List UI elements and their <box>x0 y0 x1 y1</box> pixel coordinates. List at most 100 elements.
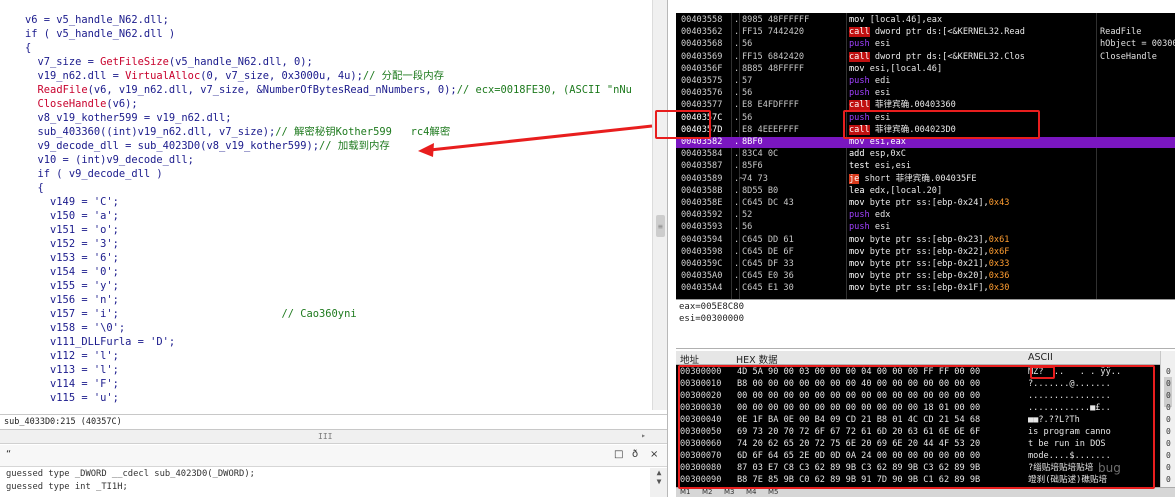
dump-row[interactable]: 00300020 00 00 00 00 00 00 00 00 00 00 00… <box>676 391 1160 402</box>
output-window[interactable]: guessed type _DWORD __cdecl sub_4023D0(_… <box>0 468 650 497</box>
mnemonic: call <box>849 124 870 135</box>
dump-ascii: ................ <box>1028 391 1111 401</box>
disasm-row[interactable]: 00403594. C645 DD 61 mov byte ptr ss:[ebp-… <box>676 235 1175 246</box>
code-comment: // ecx=0018FE30, (ASCII "nNu <box>456 84 632 96</box>
disasm-row[interactable]: 0040357D. E8 4EEEFFFF call 菲律宾确.004023D0 <box>676 124 1175 136</box>
disasm-bytes: 83C4 0C <box>742 149 779 160</box>
code-line[interactable]: { <box>0 41 31 55</box>
code-line[interactable]: v112 = 'l'; <box>0 349 119 363</box>
dump-row[interactable]: 00300010 B8 00 00 00 00 00 00 00 40 00 00… <box>676 379 1160 390</box>
operands: byte ptr ss:[ebp-0x22], <box>869 246 989 257</box>
operands: edx,[local.20] <box>869 185 943 196</box>
scroll-right-icon[interactable]: ▸ <box>641 431 646 440</box>
code-line[interactable]: v150 = 'a'; <box>0 209 119 223</box>
code-line[interactable]: v149 = 'C'; <box>0 195 119 209</box>
disasm-row[interactable]: 00403587. 85F6 test esi,esi <box>676 161 1175 172</box>
code-line[interactable]: v114 = 'F'; <box>0 377 119 391</box>
dump-row[interactable]: 00300050 69 73 20 70 72 6F 67 72 61 6D 20… <box>676 427 1160 438</box>
code-line[interactable]: v6 = v5_handle_N62.dll; <box>0 13 169 27</box>
output-scrollbar[interactable]: ▲ ▼ <box>650 468 667 497</box>
disasm-instruction: push edi <box>849 76 890 87</box>
disasm-row[interactable]: 00403569. FF15 6842420 call dword ptr ds:[… <box>676 51 1175 63</box>
disasm-row[interactable]: 00403568. 56 push esi hObject = 00300 <box>676 39 1175 50</box>
code-line[interactable]: v153 = '6'; <box>0 251 119 265</box>
code-line[interactable]: v157 = 'i'; // Cao360yni <box>0 307 357 321</box>
disasm-row[interactable]: 00403589 .~ 74 73 je short 菲律宾确.004035FE <box>676 173 1175 185</box>
dump-row[interactable]: 00300090 B8 7E 85 9B C0 62 89 9B 91 7D 90… <box>676 475 1160 486</box>
tab-m2[interactable]: M2 <box>702 488 713 496</box>
code-line[interactable]: v152 = '3'; <box>0 237 119 251</box>
code-line[interactable]: v155 = 'y'; <box>0 279 119 293</box>
code-line[interactable]: { <box>0 181 44 195</box>
dump-ascii-header[interactable]: ASCII <box>1028 352 1053 363</box>
disasm-row[interactable]: 00403582. 8BF0 mov esi,eax <box>676 137 1175 148</box>
tab-m5[interactable]: M5 <box>768 488 779 496</box>
dump-row[interactable]: 00300080 87 03 E7 C8 C3 62 89 9B C3 62 89… <box>676 463 1160 474</box>
pseudocode-horizontal-scrollbar[interactable]: III ▸ <box>0 430 667 444</box>
disasm-row[interactable]: 0040358E. C645 DC 43 mov byte ptr ss:[ebp-… <box>676 198 1175 209</box>
disasm-bytes: C645 DE 6F <box>742 246 794 257</box>
dump-row[interactable]: 00300060 74 20 62 65 20 72 75 6E 20 69 6E… <box>676 439 1160 450</box>
disasm-row[interactable]: 004035A4. C645 E1 30 mov byte ptr ss:[ebp-… <box>676 283 1175 294</box>
dump-row[interactable]: 00300030 00 00 00 00 00 00 00 00 00 00 00… <box>676 403 1160 414</box>
code-comment: // 分配一段内存 <box>362 70 444 82</box>
code-line[interactable]: v111_DLLFurla = 'D'; <box>0 335 175 349</box>
disasm-instruction: call 菲律宾确.004023D0 <box>849 124 956 136</box>
pseudocode-vertical-scrollbar[interactable]: ≡ <box>652 0 667 410</box>
disasm-row[interactable]: 0040356F. 8B85 48FFFFF mov esi,[local.46] <box>676 64 1175 75</box>
code-line[interactable]: v7_size = GetFileSize(v5_handle_N62.dll,… <box>0 55 313 69</box>
restore-window-icon[interactable]: □ <box>614 449 623 460</box>
dump-address-header[interactable]: 地址 <box>680 352 699 366</box>
stack-value: 0 <box>1166 451 1171 460</box>
code-line[interactable]: v9_decode_dll = sub_4023D0(v8_v19_kother… <box>0 139 390 153</box>
dump-row[interactable]: 00300000 4D 5A 90 00 03 00 00 00 04 00 00… <box>676 367 1160 378</box>
pseudocode-view[interactable]: v6 = v5_handle_N62.dll; if ( v5_handle_N… <box>0 13 652 413</box>
code-line[interactable]: v10 = (int)v9_decode_dll; <box>0 153 194 167</box>
code-line[interactable]: CloseHandle(v6); <box>0 97 138 111</box>
disasm-row[interactable]: 004035A0. C645 E0 36 mov byte ptr ss:[ebp-… <box>676 271 1175 282</box>
code-line[interactable]: v8_v19_kother599 = v19_n62.dll; <box>0 111 232 125</box>
code-line[interactable]: v115 = 'u'; <box>0 391 119 405</box>
tab-m4[interactable]: M4 <box>746 488 757 496</box>
tab-m1[interactable]: M1 <box>680 488 691 496</box>
stack-value: 0 <box>1166 415 1171 424</box>
tab-m3[interactable]: M3 <box>724 488 735 496</box>
stack-value: 0 <box>1166 463 1171 472</box>
dump-row[interactable]: 00300070 6D 6F 64 65 2E 0D 0D 0A 24 00 00… <box>676 451 1160 462</box>
code-line[interactable]: ReadFile(v6, v19_n62.dll, v7_size, &Numb… <box>0 83 632 97</box>
disasm-row[interactable]: 00403598. C645 DE 6F mov byte ptr ss:[ebp-… <box>676 247 1175 258</box>
disasm-row[interactable]: 00403577. E8 E4FDFFFF call 菲律宾确.00403360 <box>676 100 1175 111</box>
disasm-row[interactable]: 00403558. 8985 48FFFFFF mov [local.46],eax <box>676 15 1175 26</box>
disasm-row[interactable]: 00403593. 56 push esi <box>676 222 1175 233</box>
dump-hex-bytes: B8 00 00 00 00 00 00 00 40 00 00 00 00 0… <box>737 379 981 389</box>
disasm-row[interactable]: 00403584. 83C4 0C add esp,0xC <box>676 149 1175 160</box>
dump-hex-header[interactable]: HEX 数据 <box>736 352 778 366</box>
code-line[interactable]: v156 = 'n'; <box>0 293 119 307</box>
code-line[interactable]: v19_n62.dll = VirtualAlloc(0, v7_size, 0… <box>0 69 444 83</box>
disasm-row[interactable]: 00403575. 57 push edi <box>676 76 1175 87</box>
code-line[interactable]: if ( v5_handle_N62.dll ) <box>0 27 175 41</box>
dump-row[interactable]: 00300040 0E 1F BA 0E 00 B4 09 CD 21 B8 01… <box>676 415 1160 426</box>
code-comment: // 解密秘钥Kother599 rc4解密 <box>275 126 451 138</box>
dump-scrollbar[interactable]: 0 0 0 0 0 0 0 0 0 0 <box>1160 351 1175 488</box>
disasm-instruction: mov byte ptr ss:[ebp-0x24],0x43 <box>849 198 1009 209</box>
disasm-row[interactable]: 0040359C. C645 DF 33 mov byte ptr ss:[ebp-… <box>676 259 1175 270</box>
disasm-row[interactable]: 0040357C. 56 push esi <box>676 113 1175 124</box>
code-line[interactable]: v151 = 'o'; <box>0 223 119 237</box>
dump-ascii: MZ? .. . . ÿÿ.. <box>1028 367 1122 377</box>
disasm-row[interactable]: 00403576. 56 push esi <box>676 88 1175 99</box>
memory-dump-view[interactable]: 00300000 4D 5A 90 00 03 00 00 00 04 00 00… <box>676 365 1160 487</box>
disasm-instruction: lea edx,[local.20] <box>849 186 942 197</box>
code-line[interactable]: v113 = 'l'; <box>0 363 119 377</box>
code-line[interactable]: sub_403360((int)v19_n62.dll, v7_size);//… <box>0 125 451 139</box>
disassembly-view[interactable]: 00403558. 8985 48FFFFFF mov [local.46],eax… <box>676 13 1175 299</box>
disasm-row[interactable]: 00403592. 52 push edx <box>676 210 1175 221</box>
code-line[interactable]: v154 = '0'; <box>0 265 119 279</box>
disasm-row[interactable]: 00403562. FF15 7442420 call dword ptr ds:[… <box>676 27 1175 38</box>
pin-window-icon[interactable]: ð <box>632 449 638 460</box>
disasm-bytes: 8B85 48FFFFF <box>742 63 805 74</box>
code-line[interactable]: if ( v9_decode_dll ) <box>0 167 163 181</box>
close-window-icon[interactable]: × <box>650 449 658 460</box>
disasm-row[interactable]: 0040358B. 8D55 B0 lea edx,[local.20] <box>676 186 1175 197</box>
code-line[interactable]: v158 = '\0'; <box>0 321 125 335</box>
